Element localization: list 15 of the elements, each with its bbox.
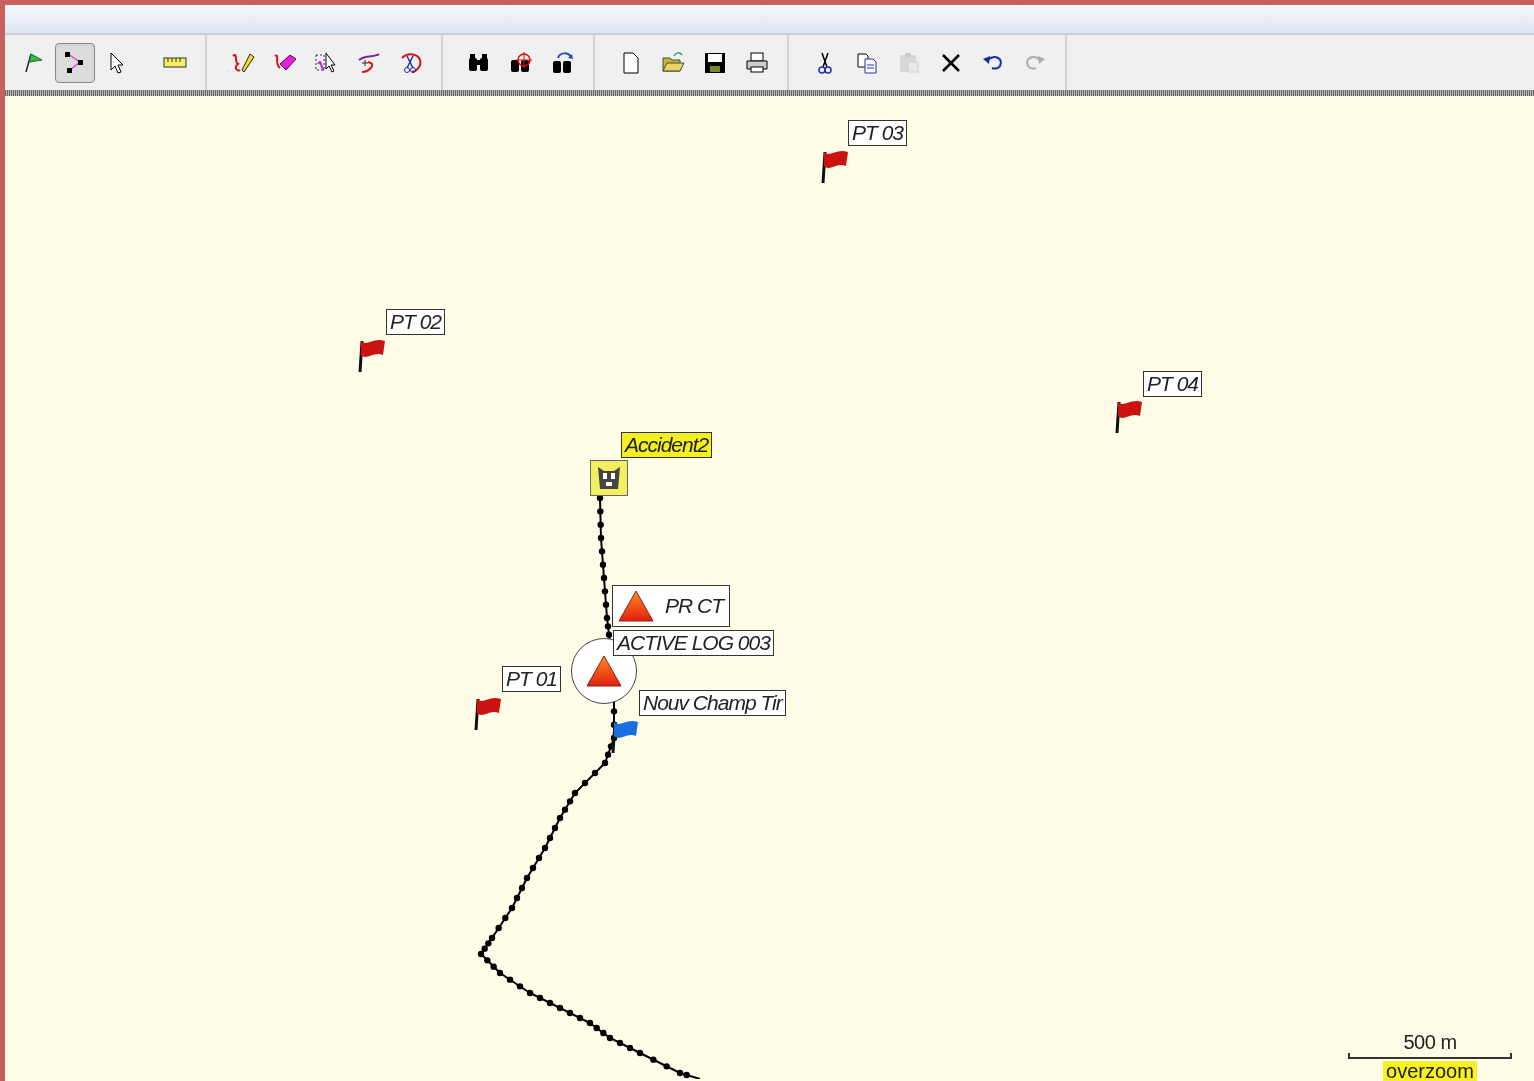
binoculars-arrow-icon	[550, 49, 576, 76]
scale-label: 500 m	[1403, 1031, 1457, 1053]
waypoint-label[interactable]: PT 04	[1143, 371, 1203, 397]
triangle-marker-icon	[585, 654, 623, 688]
route-nodes-button[interactable]	[55, 42, 95, 83]
waypoint-label[interactable]: Nouv Champ Tir	[639, 690, 786, 716]
triangle-marker-icon	[617, 589, 655, 623]
waypoint-label[interactable]: PT 02	[386, 309, 446, 335]
waypoint-label[interactable]: PT 03	[848, 120, 908, 146]
waypoint-label[interactable]: ACTIVE LOG 003	[613, 630, 774, 656]
waypoint-label[interactable]: Accident2	[621, 432, 713, 458]
overzoom-label: overzoom	[1383, 1061, 1477, 1081]
waypoint-tag[interactable]: PR CT	[612, 585, 730, 627]
printer-icon	[744, 49, 770, 76]
waypoint-label[interactable]: PT 01	[502, 666, 562, 692]
